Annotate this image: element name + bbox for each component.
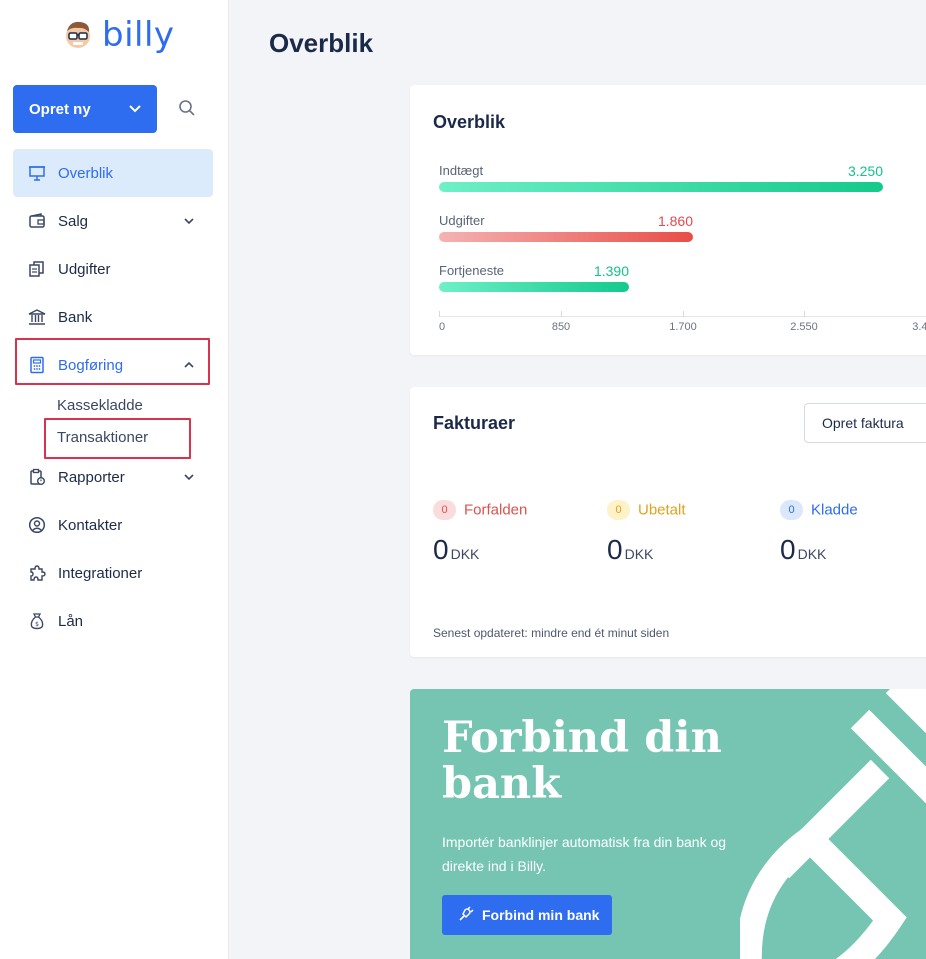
profit-bar: [439, 282, 629, 292]
overview-card: Overblik Indtægt 3.250 Udgifter 1.860 Fo…: [410, 85, 926, 355]
sidebar-item-rapporter[interactable]: Rapporter: [13, 453, 213, 501]
connect-bank-label: Forbind min bank: [482, 907, 600, 923]
create-invoice-button[interactable]: Opret faktura: [804, 403, 926, 443]
sidebar-item-label: Udgifter: [58, 260, 111, 278]
sidebar-item-integrationer[interactable]: Integrationer: [13, 549, 213, 597]
unpaid-count-badge: 0: [607, 500, 630, 520]
connect-bank-button[interactable]: Forbind min bank: [442, 895, 612, 935]
x-axis-tick-label: 0: [438, 321, 446, 333]
profit-value: 1.390: [593, 263, 629, 279]
calculator-icon: [28, 356, 46, 374]
unpaid-label: Ubetalt: [638, 501, 686, 519]
sidebar-subitem-kassekladde[interactable]: Kassekladde: [57, 397, 143, 414]
last-updated-text: Senest opdateret: mindre end ét minut si…: [433, 626, 670, 640]
overview-card-title: Overblik: [433, 112, 506, 132]
user-circle-icon: [28, 516, 46, 534]
x-axis-tick: [804, 311, 805, 317]
invoices-card-title: Fakturaer: [433, 413, 516, 433]
sidebar: billy Opret ny Overblik Salg Udgifter Ba…: [0, 0, 229, 959]
sidebar-item-label: Kontakter: [58, 516, 123, 534]
create-new-label: Opret ny: [29, 100, 91, 118]
stat-draft[interactable]: 0 Kladde 0 DKK: [780, 500, 858, 566]
page-title: Overblik: [269, 28, 374, 58]
sidebar-item-label: Overblik: [58, 164, 114, 182]
profit-label: Fortjeneste: [439, 263, 505, 278]
connect-bank-banner: Forbind din bank Importér banklinjer aut…: [410, 689, 926, 959]
sidebar-item-kontakter[interactable]: Kontakter: [13, 501, 213, 549]
x-axis-tick-label: 850: [551, 321, 571, 333]
sidebar-item-label: Lån: [58, 612, 84, 630]
sidebar-item-label: Salg: [58, 212, 89, 230]
chevron-down-icon: [183, 470, 195, 482]
x-axis-tick: [683, 311, 684, 317]
sidebar-item-bogforing[interactable]: Bogføring: [13, 341, 213, 389]
search-button[interactable]: [172, 95, 202, 125]
unpaid-currency: DKK: [624, 546, 654, 562]
unpaid-amount: 0: [607, 534, 623, 565]
x-axis-tick-label: 1.700: [669, 321, 697, 333]
promo-text: Importér banklinjer automatisk fra din b…: [442, 834, 727, 874]
invoices-card: Fakturaer Opret faktura 0 Forfalden 0 DKK …: [410, 387, 926, 657]
x-axis-tick-label: 3.400: [912, 321, 926, 333]
expenses-value: 1.860: [657, 213, 693, 229]
expenses-bar: [439, 232, 693, 242]
x-axis-tick: [439, 311, 440, 317]
overdue-amount: 0: [433, 534, 449, 565]
sidebar-subitem-transaktioner[interactable]: Transaktioner: [57, 429, 148, 446]
bank-icon: [28, 308, 46, 326]
promo-title: Forbind din bank: [442, 713, 722, 809]
sidebar-item-overblik[interactable]: Overblik: [13, 149, 213, 197]
sidebar-item-bank[interactable]: Bank: [13, 293, 213, 341]
stat-unpaid[interactable]: 0 Ubetalt 0 DKK: [607, 500, 686, 566]
income-bar: [439, 182, 883, 192]
sidebar-item-label: Bank: [58, 308, 93, 326]
wallet-icon: [28, 212, 46, 230]
clipboard-report-icon: [28, 468, 46, 486]
create-new-button[interactable]: Opret ny: [13, 85, 157, 133]
sidebar-item-label: Bogføring: [58, 356, 124, 374]
x-axis-tick: [561, 311, 562, 317]
x-axis-tick-label: 2.550: [790, 321, 818, 333]
sidebar-item-label: Rapporter: [58, 468, 125, 486]
draft-label: Kladde: [811, 501, 858, 519]
billy-mascot-icon: [62, 19, 94, 51]
plug-illustration-icon: [740, 689, 926, 959]
chevron-up-icon: [183, 358, 195, 370]
stat-overdue[interactable]: 0 Forfalden 0 DKK: [433, 500, 527, 566]
overdue-count-badge: 0: [433, 500, 456, 520]
presentation-board-icon: [28, 164, 46, 182]
search-icon: [178, 99, 196, 122]
chevron-down-icon: [183, 214, 195, 226]
draft-currency: DKK: [797, 546, 827, 562]
puzzle-piece-icon: [28, 564, 46, 582]
sidebar-item-lan[interactable]: $ Lån: [13, 597, 213, 645]
logo-text: billy: [102, 15, 175, 55]
overdue-currency: DKK: [450, 546, 480, 562]
billy-logo[interactable]: billy: [62, 18, 175, 52]
draft-amount: 0: [780, 534, 796, 565]
expenses-label: Udgifter: [439, 213, 485, 228]
draft-count-badge: 0: [780, 500, 803, 520]
money-bag-icon: $: [28, 612, 46, 630]
income-label: Indtægt: [439, 163, 484, 178]
receipts-icon: [28, 260, 46, 278]
income-value: 3.250: [847, 163, 883, 179]
chevron-down-icon: [129, 100, 141, 118]
sidebar-item-label: Integrationer: [58, 564, 143, 582]
sidebar-item-udgifter[interactable]: Udgifter: [13, 245, 213, 293]
plug-icon: [458, 905, 474, 925]
overdue-label: Forfalden: [464, 501, 528, 519]
sidebar-item-salg[interactable]: Salg: [13, 197, 213, 245]
svg-text:$: $: [35, 621, 39, 628]
